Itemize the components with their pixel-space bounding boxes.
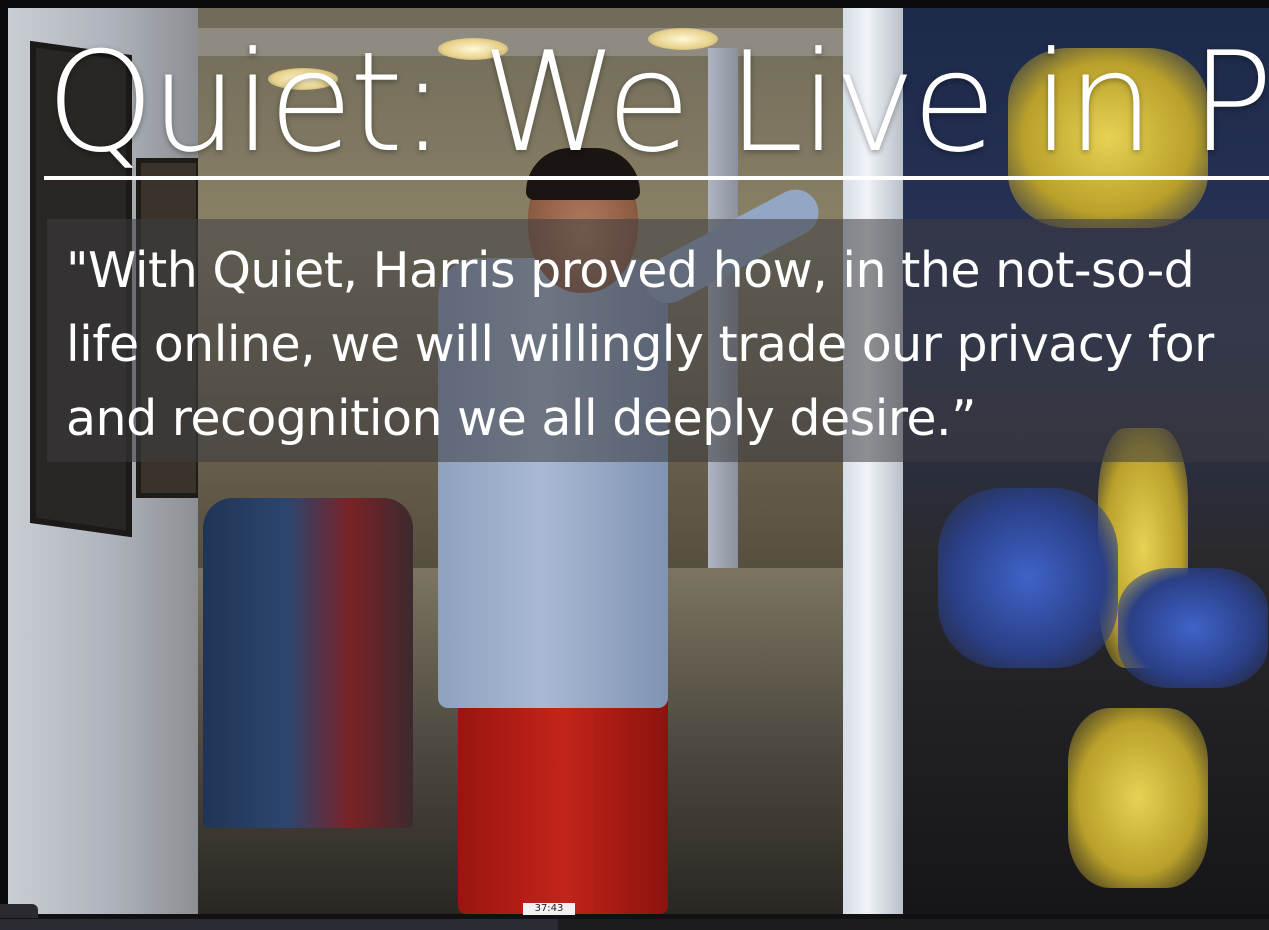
progress-bar-fill	[0, 919, 558, 930]
scene-yellow-object	[1068, 708, 1208, 888]
quote-line-3: and recognition we all deeply desire.”	[66, 390, 977, 447]
title-underline	[44, 176, 1269, 180]
video-stage[interactable]: Quiet: We Live in Pu "With Quiet, Harris…	[0, 0, 1269, 930]
slide-title: Quiet: We Live in Pu	[46, 22, 1269, 183]
quote-line-1: "With Quiet, Harris proved how, in the n…	[66, 242, 1195, 299]
scene-background-person	[203, 498, 413, 828]
time-tooltip: 37:43	[523, 903, 575, 915]
scene-blue-object	[938, 488, 1118, 668]
quote-text: "With Quiet, Harris proved how, in the n…	[66, 234, 1269, 456]
quote-line-2: life online, we will willingly trade our…	[66, 316, 1214, 373]
scene-person-legs	[458, 688, 668, 914]
scrub-handle-icon[interactable]	[0, 904, 38, 918]
scene-blue-object	[1118, 568, 1268, 688]
